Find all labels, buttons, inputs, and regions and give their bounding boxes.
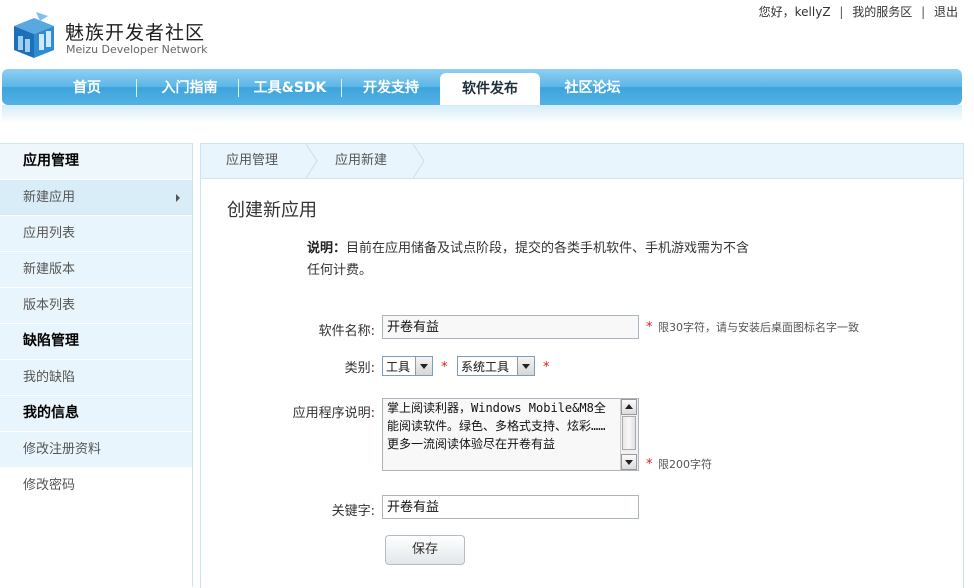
breadcrumb-chevron-icon: [412, 144, 425, 178]
description-hint: 限200字符: [658, 458, 712, 471]
breadcrumb-new-app[interactable]: 应用新建: [335, 144, 387, 178]
required-mark: *: [646, 320, 653, 335]
note-label: 说明：: [307, 241, 347, 256]
my-service-link[interactable]: 我的服务区: [852, 3, 912, 20]
scroll-thumb[interactable]: [622, 416, 636, 450]
required-mark: *: [543, 360, 550, 375]
main-nav: 首页 入门指南 工具&SDK 开发支持 软件发布 社区论坛: [2, 69, 962, 107]
link-separator: |: [921, 5, 926, 19]
nav-dev-support[interactable]: 开发支持: [345, 69, 437, 105]
note-body: 目前在应用储备及试点阶段，提交的各类手机软件、手机游戏需为不含任何计费。: [307, 241, 750, 278]
nav-divider: [238, 79, 239, 97]
breadcrumb-app-management[interactable]: 应用管理: [226, 144, 278, 178]
note-text: 说明：目前在应用储备及试点阶段，提交的各类手机软件、手机游戏需为不含任何计费。: [307, 238, 757, 282]
sidebar-item-version-list[interactable]: 版本列表: [0, 288, 192, 324]
nav-divider: [341, 79, 342, 97]
greeting-text: 您好，kellyZ: [758, 5, 831, 19]
chevron-right-icon: [176, 194, 180, 202]
category-sub-value: 系统工具: [461, 360, 510, 374]
dropdown-arrow-icon[interactable]: [415, 357, 432, 375]
category-main-select[interactable]: 工具: [382, 356, 433, 376]
cube-logo-icon: [14, 12, 54, 58]
sidebar-item-app-list[interactable]: 应用列表: [0, 216, 192, 252]
logo-subtitle: Meizu Developer Network: [66, 43, 208, 56]
keyword-label: 关键字:: [331, 504, 375, 519]
sidebar-item-new-version[interactable]: 新建版本: [0, 252, 192, 288]
sidebar-heading-bug-management: 缺陷管理: [0, 324, 192, 360]
breadcrumb: 应用管理 应用新建: [201, 144, 963, 179]
nav-software-release[interactable]: 软件发布: [440, 73, 540, 107]
sidebar-heading-my-info: 我的信息: [0, 396, 192, 432]
category-sub-select[interactable]: 系统工具: [457, 356, 535, 376]
logout-link[interactable]: 退出: [934, 3, 958, 20]
nav-tools-sdk[interactable]: 工具&SDK: [242, 69, 338, 105]
textarea-scrollbar[interactable]: [620, 399, 638, 470]
nav-divider: [136, 79, 137, 97]
sidebar-item-my-bugs[interactable]: 我的缺陷: [0, 360, 192, 396]
nav-getting-started[interactable]: 入门指南: [142, 69, 237, 105]
nav-forum[interactable]: 社区论坛: [545, 69, 640, 105]
link-separator: |: [839, 5, 844, 19]
top-links: 您好，kellyZ | 我的服务区 | 退出: [759, 3, 958, 20]
software-name-label: 软件名称:: [318, 324, 375, 339]
sidebar-item-change-password[interactable]: 修改密码: [0, 468, 192, 504]
sidebar: 应用管理 新建应用 应用列表 新建版本 版本列表 缺陷管理 我的缺陷 我的信息 …: [0, 143, 193, 587]
category-label: 类别:: [344, 361, 375, 376]
breadcrumb-chevron-icon: [305, 144, 318, 178]
page-title: 创建新应用: [227, 200, 317, 221]
required-mark: *: [646, 457, 653, 472]
software-name-input[interactable]: 开卷有益: [382, 315, 639, 339]
sidebar-item-label: 新建应用: [23, 190, 76, 205]
name-hint: 限30字符，请与安装后桌面图标名字一致: [658, 321, 859, 334]
scroll-down-icon[interactable]: [621, 454, 637, 470]
category-main-value: 工具: [386, 360, 411, 374]
keyword-input[interactable]: 开卷有益: [382, 495, 639, 519]
main-content: 应用管理 应用新建 创建新应用 说明：目前在应用储备及试点阶段，提交的各类手机软…: [200, 143, 964, 588]
required-mark: *: [441, 360, 448, 375]
dropdown-arrow-icon[interactable]: [517, 357, 534, 375]
nav-home[interactable]: 首页: [42, 69, 132, 105]
sidebar-item-edit-profile[interactable]: 修改注册资料: [0, 432, 192, 468]
logo-title: 魅族开发者社区: [65, 22, 206, 44]
description-textarea[interactable]: 掌上阅读利器，Windows Mobile&M8全能阅读软件。绿色、多格式支持、…: [382, 398, 639, 471]
site-logo[interactable]: 魅族开发者社区 Meizu Developer Network: [10, 12, 270, 62]
save-button[interactable]: 保存: [385, 535, 465, 565]
scroll-up-icon[interactable]: [621, 399, 637, 415]
sidebar-item-new-app[interactable]: 新建应用: [0, 180, 192, 216]
sidebar-heading-app-management: 应用管理: [0, 143, 192, 180]
nav-shadow: [2, 105, 962, 123]
description-text: 掌上阅读利器，Windows Mobile&M8全能阅读软件。绿色、多格式支持、…: [387, 401, 606, 451]
description-label: 应用程序说明:: [292, 406, 375, 421]
